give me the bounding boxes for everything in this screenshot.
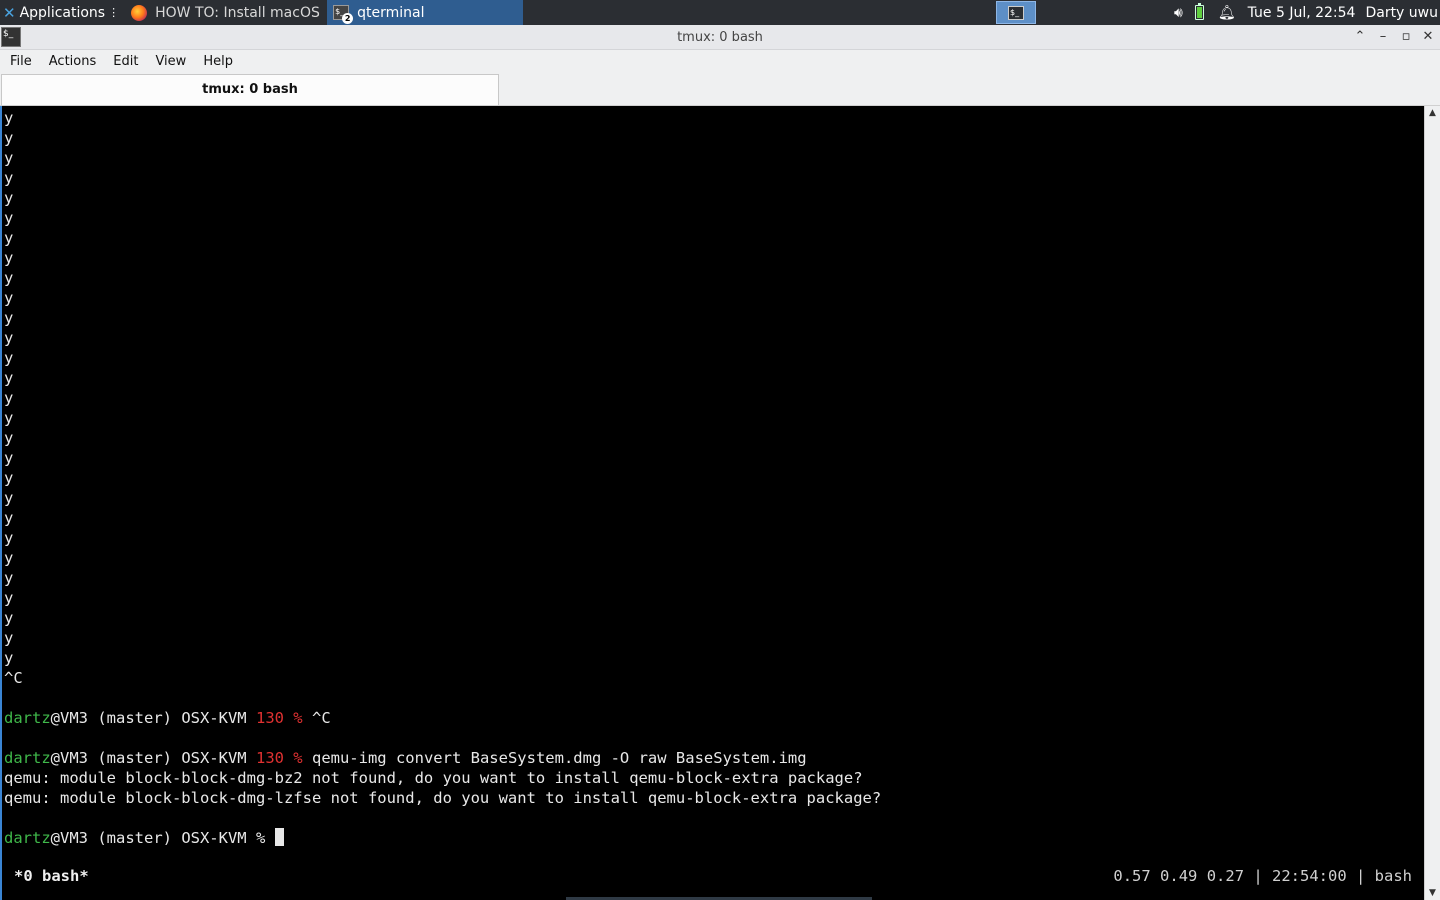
output-line: y xyxy=(4,169,14,187)
output-line: y xyxy=(4,589,14,607)
output-line: y xyxy=(4,189,14,207)
menu-view[interactable]: View xyxy=(145,54,193,69)
output-line: y xyxy=(4,309,14,327)
applications-label: Applications xyxy=(19,4,106,21)
output-line: y xyxy=(4,489,14,507)
shade-button[interactable]: ⌃ xyxy=(1352,29,1368,45)
prompt-line: dartz@VM3 (master) OSX-KVM 130 % qemu-im… xyxy=(4,748,881,768)
output-line: y xyxy=(4,449,14,467)
applications-menu-button[interactable]: ✕ Applications ⋮ xyxy=(0,0,123,25)
output-line: ^C xyxy=(4,669,23,687)
scroll-up-arrow-icon[interactable]: ▲ xyxy=(1425,106,1440,120)
terminal-icon: $_ xyxy=(1008,5,1024,20)
tmux-status-window: *0 bash* xyxy=(14,867,89,885)
output-line: y xyxy=(4,609,14,627)
prompt-host: @VM3 (master) OSX-KVM % xyxy=(50,829,275,847)
output-line: y xyxy=(4,429,14,447)
menu-handle-icon: ⋮ xyxy=(108,6,120,19)
output-line: y xyxy=(4,209,14,227)
prompt-host: @VM3 (master) OSX-KVM xyxy=(50,749,256,767)
workspace-pager[interactable]: $_ xyxy=(996,1,1036,24)
output-line: y xyxy=(4,129,14,147)
output-line: y xyxy=(4,269,14,287)
output-line: y xyxy=(4,329,14,347)
output-line: y xyxy=(4,569,14,587)
prompt-command: qemu-img convert BaseSystem.dmg -O raw B… xyxy=(311,749,807,767)
prompt-user: dartz xyxy=(4,749,51,767)
taskbar-item-qterminal[interactable]: $_ 2 qterminal xyxy=(327,0,524,25)
chevron-up-icon: ⌃ xyxy=(1354,29,1366,44)
menu-edit[interactable]: Edit xyxy=(103,54,145,69)
taskbar-item-label: HOW TO: Install macOS ... xyxy=(155,4,326,21)
window-title: tmux: 0 bash xyxy=(677,30,763,45)
prompt-exit-code: 130 % xyxy=(255,749,312,767)
close-button[interactable]: ✕ xyxy=(1420,29,1436,45)
output-line: y xyxy=(4,389,14,407)
panel-clock[interactable]: Tue 5 Jul, 22:54 xyxy=(1248,5,1356,21)
output-line: y xyxy=(4,529,14,547)
maximize-icon: ▫ xyxy=(1401,29,1411,44)
menu-actions[interactable]: Actions xyxy=(39,54,104,69)
battery-icon[interactable] xyxy=(1194,3,1204,20)
output-line: y xyxy=(4,409,14,427)
output-line: y xyxy=(4,509,14,527)
minimize-icon: – xyxy=(1379,29,1387,44)
output-line: y xyxy=(4,369,14,387)
output-line: y xyxy=(4,249,14,267)
terminal-scrollbar[interactable]: ▲ ▼ xyxy=(1424,106,1440,900)
terminal-icon: $_ 2 xyxy=(333,5,354,24)
output-line: qemu: module block-block-dmg-bz2 not fou… xyxy=(4,769,863,787)
output-line: y xyxy=(4,109,14,127)
tab-tmux-bash[interactable]: tmux: 0 bash xyxy=(1,74,499,105)
output-line: qemu: module block-block-dmg-lzfse not f… xyxy=(4,789,882,807)
prompt-exit-code: 130 % xyxy=(255,709,312,727)
firefox-icon xyxy=(131,4,148,21)
text-cursor xyxy=(274,828,284,846)
minimize-button[interactable]: – xyxy=(1375,29,1391,45)
prompt-command: ^C xyxy=(311,709,331,727)
prompt-line: dartz@VM3 (master) OSX-KVM 130 % ^C xyxy=(4,708,881,728)
user-name[interactable]: Darty uwu xyxy=(1365,5,1438,21)
output-line: y xyxy=(4,289,14,307)
output-line: y xyxy=(4,649,14,667)
window-count-badge: 2 xyxy=(342,13,354,24)
window-titlebar[interactable]: $_ tmux: 0 bash ⌃ – ▫ ✕ xyxy=(0,25,1440,50)
menu-help[interactable]: Help xyxy=(193,54,240,69)
output-line: y xyxy=(4,549,14,567)
output-line: y xyxy=(4,149,14,167)
taskbar-item-label: qterminal xyxy=(357,4,425,21)
taskbar-item-firefox[interactable]: HOW TO: Install macOS ... xyxy=(125,0,325,25)
maximize-button[interactable]: ▫ xyxy=(1398,29,1414,45)
terminal-output: y y y y y y y y y y y y y y y y y y y y y y y y y y y y ^C dartz@VM3 … xyxy=(4,108,881,848)
menu-file[interactable]: File xyxy=(0,54,39,69)
terminal-view[interactable]: y y y y y y y y y y y y y y y y y y y y y y y y y y y y ^C dartz@VM3 … xyxy=(0,106,1424,900)
prompt-host: @VM3 (master) OSX-KVM xyxy=(50,709,256,727)
top-panel: ✕ Applications ⋮ HOW TO: Install macOS .… xyxy=(0,0,1440,25)
output-line: y xyxy=(4,229,14,247)
notification-bell-icon[interactable]: 🔔︎ xyxy=(1218,5,1236,21)
xfce-logo-icon: ✕ xyxy=(3,3,16,22)
tab-bar: tmux: 0 bash xyxy=(0,73,1440,106)
output-line: y xyxy=(4,629,14,647)
prompt-line: dartz@VM3 (master) OSX-KVM % xyxy=(4,828,881,848)
output-line: y xyxy=(4,469,14,487)
menu-bar: File Actions Edit View Help xyxy=(0,50,1440,73)
volume-icon[interactable]: 🔊︎ xyxy=(1174,5,1183,21)
system-tray: 🔊︎ 🔔︎ Tue 5 Jul, 22:54 Darty uwu xyxy=(1174,0,1440,25)
prompt-user: dartz xyxy=(4,829,51,847)
close-icon: ✕ xyxy=(1422,29,1434,44)
prompt-user: dartz xyxy=(4,709,51,727)
output-line: y xyxy=(4,349,14,367)
scroll-down-arrow-icon[interactable]: ▼ xyxy=(1425,886,1440,900)
tmux-status-info: 0.57 0.49 0.27 | 22:54:00 | bash xyxy=(1113,867,1412,885)
